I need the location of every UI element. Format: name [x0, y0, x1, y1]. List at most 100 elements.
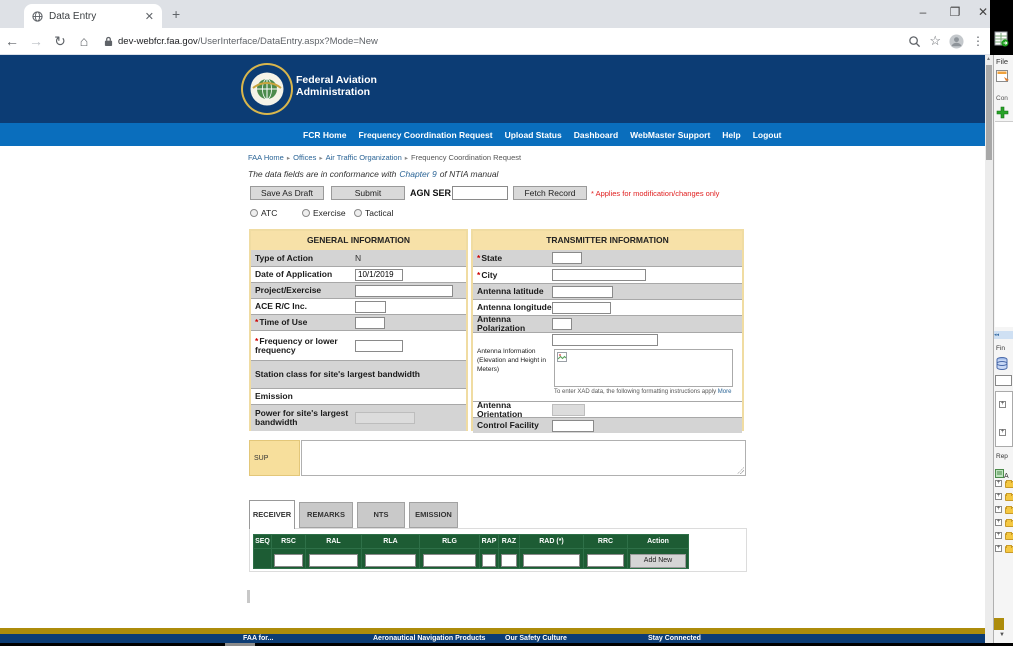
tree-expander-icon[interactable]: +: [995, 506, 1002, 513]
exercise-radio-icon[interactable]: [302, 209, 310, 217]
raz-input[interactable]: [501, 554, 518, 567]
rad-input[interactable]: [523, 554, 579, 567]
nav-logout[interactable]: Logout: [753, 130, 782, 140]
file-menu[interactable]: File: [996, 57, 1008, 66]
tab-emission[interactable]: EMISSION: [409, 502, 458, 528]
text-cursor-artifact: [247, 590, 250, 603]
rrc-input[interactable]: [587, 554, 625, 567]
back-icon[interactable]: ←: [0, 33, 24, 49]
tab-close-icon[interactable]: ✕: [145, 10, 154, 23]
required-mark: *: [477, 270, 480, 280]
nav-help[interactable]: Help: [722, 130, 740, 140]
nav-dashboard[interactable]: Dashboard: [574, 130, 618, 140]
url-domain: dev-webfcr.faa.gov: [118, 36, 198, 47]
tree-expander-icon[interactable]: +: [999, 429, 1006, 436]
frequency-input[interactable]: [355, 340, 403, 352]
tree-expander-icon[interactable]: +: [995, 519, 1002, 526]
rsc-input[interactable]: [274, 554, 303, 567]
row-station-class: Station class for site's largest bandwid…: [251, 360, 466, 388]
search-icon[interactable]: [908, 35, 921, 48]
agn-ser-input[interactable]: [452, 186, 508, 200]
antenna-latitude-input[interactable]: [552, 286, 613, 298]
nav-webmaster-support[interactable]: WebMaster Support: [630, 130, 710, 140]
date-of-application-input[interactable]: [355, 269, 403, 281]
nav-upload-status[interactable]: Upload Status: [505, 130, 562, 140]
footer-our-safety-culture[interactable]: Our Safety Culture: [505, 635, 567, 642]
rla-input[interactable]: [365, 554, 416, 567]
antenna-orientation-input[interactable]: [552, 404, 585, 416]
tree-expander-icon[interactable]: +: [995, 480, 1002, 487]
forward-icon[interactable]: →: [24, 33, 48, 49]
export-icon[interactable]: [996, 70, 1010, 83]
reload-icon[interactable]: ↻: [48, 33, 72, 50]
antenna-longitude-input[interactable]: [552, 302, 611, 314]
power-input[interactable]: [355, 412, 415, 424]
tree-expander-icon[interactable]: +: [995, 545, 1002, 552]
footer-faa-for[interactable]: FAA for...: [243, 635, 273, 642]
antenna-info-textarea[interactable]: [554, 349, 733, 387]
breadcrumb-offices[interactable]: Offices: [293, 153, 316, 162]
chapter-9-link[interactable]: Chapter 9: [399, 169, 436, 179]
minimize-button[interactable]: –: [908, 0, 938, 26]
side-gold-fragment: [994, 618, 1004, 630]
submit-button[interactable]: Submit: [331, 186, 405, 200]
control-facility-input[interactable]: [552, 420, 594, 432]
footer-stay-connected[interactable]: Stay Connected: [648, 635, 701, 642]
ace-rc-input[interactable]: [355, 301, 386, 313]
xad-more-link[interactable]: More: [718, 389, 732, 395]
footer-aeronautical-navigation-products[interactable]: Aeronautical Navigation Products: [373, 635, 485, 642]
fetch-record-button[interactable]: Fetch Record: [513, 186, 587, 200]
tactical-radio-icon[interactable]: [354, 209, 362, 217]
spreadsheet-icon[interactable]: [994, 31, 1009, 47]
new-tab-button[interactable]: +: [172, 6, 180, 22]
add-new-button[interactable]: Add New: [630, 554, 686, 568]
url-path: /UserInterface/DataEntry.aspx?Mode=New: [198, 36, 378, 47]
address-bar[interactable]: dev-webfcr.faa.gov/UserInterface/DataEnt…: [104, 36, 908, 47]
breadcrumb-ato[interactable]: Air Traffic Organization: [326, 153, 402, 162]
sup-textarea[interactable]: [301, 440, 746, 476]
project-exercise-input[interactable]: [355, 285, 453, 297]
report-icon: [995, 469, 1004, 478]
tree-expander-icon[interactable]: +: [995, 532, 1002, 539]
home-icon[interactable]: ⌂: [72, 33, 96, 49]
ral-input[interactable]: [309, 554, 358, 567]
database-icon[interactable]: [996, 357, 1008, 371]
folder-icon: [1005, 520, 1013, 527]
tree-expander-icon[interactable]: +: [995, 493, 1002, 500]
tab-remarks[interactable]: REMARKS: [299, 502, 353, 528]
nav-fcr-home[interactable]: FCR Home: [303, 130, 346, 140]
side-hscrollbar[interactable]: ◂◂: [994, 331, 1013, 339]
seq-cell: [254, 549, 272, 569]
general-information-panel: GENERAL INFORMATION Type of Action N Dat…: [249, 229, 468, 431]
browser-tab[interactable]: Data Entry ✕: [24, 4, 162, 28]
maximize-button[interactable]: ❐: [940, 0, 970, 26]
save-as-draft-button[interactable]: Save As Draft: [250, 186, 324, 200]
city-input[interactable]: [552, 269, 646, 281]
antenna-info-input[interactable]: [552, 334, 658, 346]
atc-radio-icon[interactable]: [250, 209, 258, 217]
scrollbar-up-icon[interactable]: ▲: [986, 56, 991, 62]
radio-atc[interactable]: ATC: [250, 208, 277, 218]
side-find-input[interactable]: [995, 375, 1012, 386]
type-of-action-value: N: [355, 253, 361, 263]
scrollbar-thumb[interactable]: [986, 65, 992, 160]
tab-nts[interactable]: NTS: [357, 502, 405, 528]
tree-expander-icon[interactable]: +: [999, 401, 1006, 408]
resize-handle[interactable]: [737, 467, 744, 474]
tab-receiver[interactable]: RECEIVER: [249, 500, 295, 529]
rlg-input[interactable]: [423, 554, 475, 567]
radio-tactical[interactable]: Tactical: [354, 208, 393, 218]
faa-header-band: Federal Aviation Administration: [0, 55, 985, 123]
time-of-use-input[interactable]: [355, 317, 385, 329]
menu-dots-icon[interactable]: ⋮: [972, 34, 984, 48]
breadcrumb-faa-home[interactable]: FAA Home: [248, 153, 284, 162]
add-icon[interactable]: [996, 106, 1009, 119]
state-input[interactable]: [552, 252, 582, 264]
profile-avatar[interactable]: [949, 34, 964, 49]
rap-input[interactable]: [482, 554, 497, 567]
antenna-polarization-input[interactable]: [552, 318, 572, 330]
nav-frequency-coordination-request[interactable]: Frequency Coordination Request: [358, 130, 492, 140]
side-scroll-down-icon[interactable]: ▼: [999, 632, 1005, 638]
bookmark-star-icon[interactable]: ☆: [929, 33, 941, 49]
radio-exercise[interactable]: Exercise: [302, 208, 346, 218]
